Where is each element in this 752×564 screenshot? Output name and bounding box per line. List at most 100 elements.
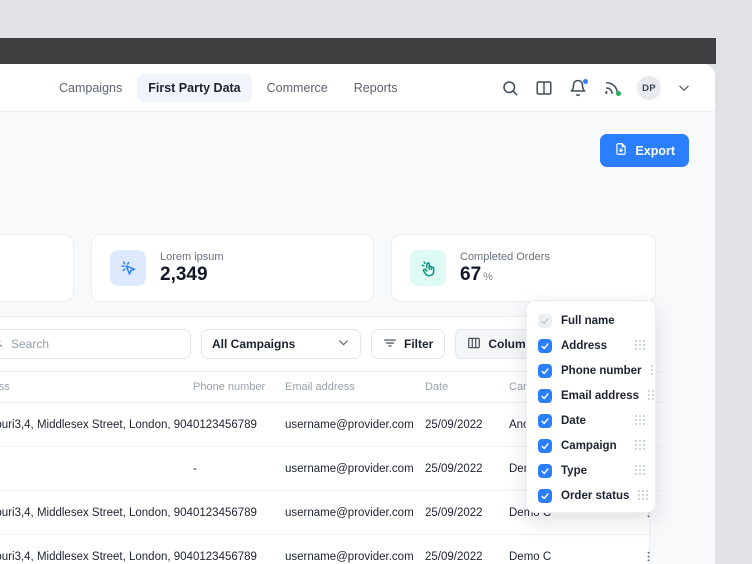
checkbox-icon[interactable] [538,489,552,503]
cell-email: username@provider.com [285,447,425,491]
export-row: Export [600,134,689,167]
columns-menu-item-label: Phone number [561,365,642,377]
nav-tab-first-party-data[interactable]: First Party Data [137,74,251,102]
stat-card-completed-orders: Completed Orders 67% [391,234,656,302]
cell-date: 25/09/2022 [425,447,509,491]
top-navigation: Campaigns First Party Data Commerce Repo… [0,64,715,112]
avatar[interactable]: DP [637,76,661,100]
export-button-label: Export [635,144,675,158]
stat-card-number: 67 [460,264,481,285]
bell-icon[interactable] [569,79,587,97]
cell-date: 25/09/2022 [425,491,509,535]
checkbox-icon[interactable] [538,439,552,453]
nav-tab-list: Campaigns First Party Data Commerce Repo… [48,74,409,102]
table-row[interactable]: nburi3,4, Middlesex Street, London, 904A… [0,535,665,564]
columns-menu-item-label: Type [561,465,626,477]
cell-phone: 0123456789 [193,535,285,564]
stat-card-value: 67% [460,265,550,285]
cell-type [601,535,631,564]
columns-menu-item-label: Date [561,415,626,427]
columns-menu-item-label: Order status [561,490,629,502]
columns-icon [467,336,481,353]
columns-dropdown-menu: Full name Address Phone number Email add… [526,300,656,513]
column-header-email-address[interactable]: Email address [285,372,425,403]
drag-handle-icon[interactable] [638,490,647,501]
cursor-click-icon [110,250,146,286]
book-icon[interactable] [535,79,553,97]
campaign-select-value: All Campaigns [212,337,295,351]
stat-card-lorem-ipsum: Lorem ipsum 2,349 [91,234,374,302]
export-button[interactable]: Export [600,134,689,167]
columns-menu-item-label: Email address [561,390,639,402]
nav-tab-campaigns[interactable]: Campaigns [48,74,133,102]
columns-menu-item-phone-number[interactable]: Phone number [527,358,655,383]
stat-card-unit: % [483,271,493,283]
checkbox-icon[interactable] [538,339,552,353]
columns-menu-item-date[interactable]: Date [527,408,655,433]
columns-menu-item-campaign[interactable]: Campaign [527,433,655,458]
stat-card-partial [0,234,74,302]
browser-chrome-bar [0,38,716,64]
columns-menu-item-label: Address [561,340,626,352]
cell-phone: 0123456789 [193,403,285,447]
cell-address [0,447,193,491]
search-box[interactable] [0,329,191,359]
drag-handle-icon[interactable] [651,365,656,376]
campaign-select[interactable]: All Campaigns [201,329,361,359]
cell-email: username@provider.com [285,535,425,564]
stat-card-text: Completed Orders 67% [460,251,550,285]
cell-phone: 0123456789 [193,491,285,535]
drag-handle-icon[interactable] [648,390,656,401]
cell-address: nburi3,4, Middlesex Street, London, 904A… [0,403,193,447]
drag-handle-icon[interactable] [635,465,644,476]
nav-right-actions: DP [501,64,691,112]
columns-menu-item-label: Campaign [561,440,626,452]
file-download-icon [614,142,628,159]
rss-badge-dot [616,91,621,96]
checkbox-icon[interactable] [538,364,552,378]
columns-menu-item-full-name[interactable]: Full name [527,308,655,333]
drag-handle-icon[interactable] [635,415,644,426]
checkbox-icon[interactable] [538,389,552,403]
tap-hand-icon [410,250,446,286]
stat-card-label: Completed Orders [460,251,550,263]
stat-card-list: Lorem ipsum 2,349 [0,234,656,302]
columns-menu-item-address[interactable]: Address [527,333,655,358]
cell-email: username@provider.com [285,491,425,535]
column-header-phone-number[interactable]: Phone number [193,372,285,403]
search-icon [0,335,3,353]
checkbox-icon[interactable] [538,414,552,428]
chevron-down-icon [337,336,350,352]
cell-campaign: Demo C [509,535,601,564]
columns-menu-item-order-status[interactable]: Order status [527,483,655,508]
chevron-down-icon[interactable] [677,81,691,95]
filter-button[interactable]: Filter [371,329,445,359]
rss-icon[interactable] [603,79,621,97]
stat-card-text: Lorem ipsum 2,349 [160,251,224,285]
column-header-date[interactable]: Date [425,372,509,403]
more-vertical-icon [642,550,655,563]
bell-badge-dot [583,79,588,84]
column-header-address[interactable]: ress [0,372,193,403]
columns-menu-item-label: Full name [561,315,644,327]
cell-date: 25/09/2022 [425,535,509,564]
drag-handle-icon[interactable] [635,440,644,451]
search-input[interactable] [11,337,180,351]
drag-handle-icon[interactable] [635,340,644,351]
cell-date: 25/09/2022 [425,403,509,447]
search-icon[interactable] [501,79,519,97]
screen: Campaigns First Party Data Commerce Repo… [0,0,752,564]
cell-address: nburi3,4, Middlesex Street, London, 904A… [0,491,193,535]
nav-tab-commerce[interactable]: Commerce [256,74,339,102]
columns-menu-item-type[interactable]: Type [527,458,655,483]
cell-phone: - [193,447,285,491]
cell-address: nburi3,4, Middlesex Street, London, 904A… [0,535,193,564]
columns-menu-item-email-address[interactable]: Email address [527,383,655,408]
checkbox-icon [538,314,552,328]
checkbox-icon[interactable] [538,464,552,478]
row-more-options-button[interactable] [631,535,665,564]
stat-card-value: 2,349 [160,265,224,285]
nav-tab-reports[interactable]: Reports [343,74,409,102]
stat-card-label: Lorem ipsum [160,251,224,263]
filter-button-label: Filter [404,337,433,351]
